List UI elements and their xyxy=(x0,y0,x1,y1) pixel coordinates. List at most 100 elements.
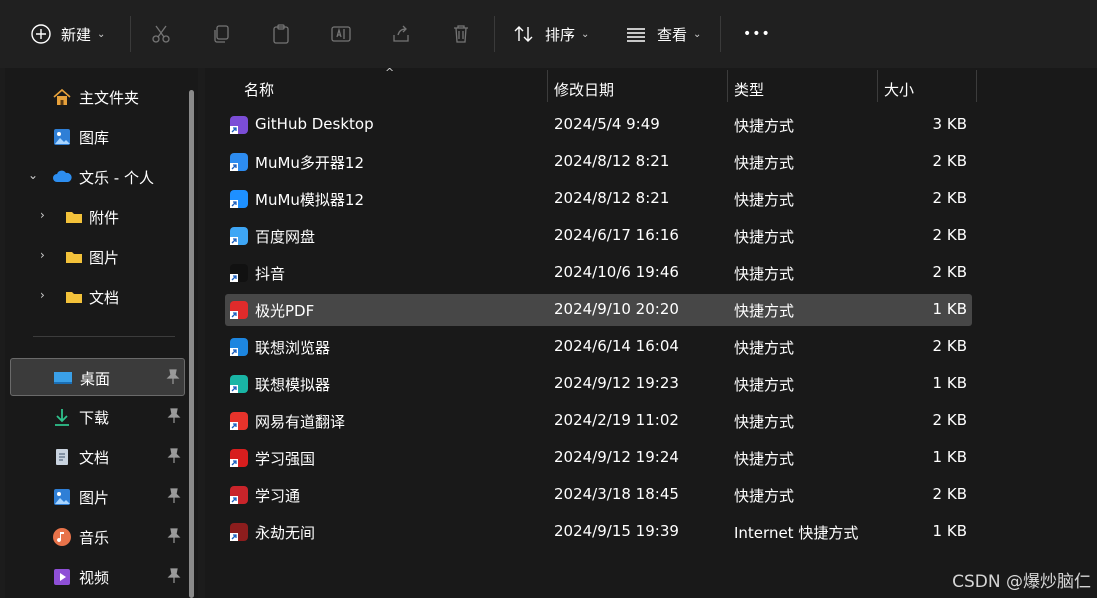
file-name: 联想浏览器 xyxy=(255,339,331,357)
table-row[interactable]: 抖音 2024/10/6 19:46 快捷方式 2 KB xyxy=(225,257,972,289)
chevron-right-icon[interactable]: › xyxy=(40,208,45,222)
chevron-right-icon[interactable]: › xyxy=(40,248,45,262)
navigation-pane: 主文件夹 图库 ⌄ 文乐 - 个人 › 附件 › 图片 › 文档 桌面 下载 文… xyxy=(5,68,198,598)
sidebar-item-label: 音乐 xyxy=(79,529,110,547)
file-modified-date: 2024/10/6 19:46 xyxy=(554,263,679,281)
sidebar-item-onedrive[interactable]: ⌄ 文乐 - 个人 xyxy=(10,158,185,196)
pin-icon[interactable] xyxy=(167,488,181,504)
shortcut-app-icon xyxy=(230,486,248,504)
table-row[interactable]: GitHub Desktop 2024/5/4 9:49 快捷方式 3 KB xyxy=(225,109,972,141)
file-size: 1 KB xyxy=(932,522,967,540)
pictures-icon xyxy=(54,489,70,505)
file-modified-date: 2024/9/15 19:39 xyxy=(554,522,679,540)
table-row[interactable]: 网易有道翻译 2024/2/19 11:02 快捷方式 2 KB xyxy=(225,405,972,437)
sidebar-item-desktop[interactable]: 桌面 xyxy=(10,358,185,396)
file-modified-date: 2024/6/14 16:04 xyxy=(554,337,679,355)
column-header-name[interactable]: 名称 xyxy=(244,76,274,102)
pin-icon[interactable] xyxy=(167,448,181,464)
table-row[interactable]: 学习通 2024/3/18 18:45 快捷方式 2 KB xyxy=(225,479,972,511)
column-divider[interactable] xyxy=(547,70,548,102)
table-row[interactable]: 极光PDF 2024/9/10 20:20 快捷方式 1 KB xyxy=(225,294,972,326)
column-header-label: 名称 xyxy=(244,80,275,99)
file-name: GitHub Desktop xyxy=(255,115,374,133)
file-name: MuMu多开器12 xyxy=(255,154,364,172)
column-header-label: 类型 xyxy=(734,80,765,99)
home-icon xyxy=(53,88,71,105)
command-bar: 新建 ⌄ 排序 ⌄ 查看 ⌄ ••• xyxy=(0,0,1097,68)
file-type: 快捷方式 xyxy=(734,413,795,431)
file-list: 名称 ^ 修改日期 类型 大小 GitHub Desktop 2024/5/4 9… xyxy=(205,66,1097,598)
delete-button[interactable] xyxy=(450,14,472,54)
more-options-icon: ••• xyxy=(743,26,771,42)
chevron-down-icon[interactable]: ⌄ xyxy=(28,168,38,182)
document-icon xyxy=(56,449,68,465)
pin-icon[interactable] xyxy=(167,408,181,424)
file-modified-date: 2024/9/10 20:20 xyxy=(554,300,679,318)
table-row[interactable]: 百度网盘 2024/6/17 16:16 快捷方式 2 KB xyxy=(225,220,972,252)
table-row[interactable]: 永劫无间 2024/9/15 19:39 Internet 快捷方式 1 KB xyxy=(225,516,972,548)
file-type: Internet 快捷方式 xyxy=(734,524,859,542)
sidebar-item-music[interactable]: 音乐 xyxy=(10,518,185,556)
file-size: 3 KB xyxy=(932,115,967,133)
rename-icon xyxy=(331,26,351,42)
file-modified-date: 2024/2/19 11:02 xyxy=(554,411,679,429)
sidebar-item-videos[interactable]: 视频 xyxy=(10,558,185,596)
table-row[interactable]: 学习强国 2024/9/12 19:24 快捷方式 1 KB xyxy=(225,442,972,474)
file-name: 联想模拟器 xyxy=(255,376,331,394)
copy-button[interactable] xyxy=(210,14,232,54)
shortcut-app-icon xyxy=(230,338,248,356)
sidebar-divider xyxy=(33,336,175,337)
chevron-right-icon[interactable]: › xyxy=(40,288,45,302)
shortcut-app-icon xyxy=(230,116,248,134)
table-row[interactable]: 联想模拟器 2024/9/12 19:23 快捷方式 1 KB xyxy=(225,368,972,400)
new-button[interactable]: 新建 ⌄ xyxy=(30,14,105,54)
file-size: 2 KB xyxy=(932,226,967,244)
share-button[interactable] xyxy=(390,14,412,54)
column-header-label: 修改日期 xyxy=(554,80,615,99)
sort-button[interactable]: 排序 ⌄ xyxy=(513,14,589,54)
chevron-down-icon: ⌄ xyxy=(581,28,590,40)
shortcut-app-icon xyxy=(230,153,248,171)
file-modified-date: 2024/8/12 8:21 xyxy=(554,189,670,207)
file-name: 抖音 xyxy=(255,265,286,283)
column-divider[interactable] xyxy=(877,70,878,102)
file-name: MuMu模拟器12 xyxy=(255,191,364,209)
chevron-down-icon: ⌄ xyxy=(97,28,106,40)
sidebar-scrollbar[interactable] xyxy=(189,90,194,598)
rename-button[interactable] xyxy=(330,14,352,54)
column-divider[interactable] xyxy=(727,70,728,102)
table-row[interactable]: MuMu多开器12 2024/8/12 8:21 快捷方式 2 KB xyxy=(225,146,972,178)
file-name: 学习强国 xyxy=(255,450,316,468)
file-type: 快捷方式 xyxy=(734,450,795,468)
sidebar-item-pictures[interactable]: 图片 xyxy=(10,478,185,516)
pin-icon[interactable] xyxy=(166,369,180,385)
sidebar-item-gallery[interactable]: 图库 xyxy=(10,118,185,156)
sidebar-item-label: 图片 xyxy=(89,249,120,267)
table-row[interactable]: 联想浏览器 2024/6/14 16:04 快捷方式 2 KB xyxy=(225,331,972,363)
sidebar-item-downloads[interactable]: 下载 xyxy=(10,398,185,436)
paste-button[interactable] xyxy=(270,14,292,54)
file-modified-date: 2024/9/12 19:23 xyxy=(554,374,679,392)
column-divider[interactable] xyxy=(976,70,977,102)
column-header-type[interactable]: 类型 xyxy=(734,76,764,102)
sidebar-item-label: 附件 xyxy=(89,209,120,227)
sidebar-item-onedrive-documents[interactable]: › 文档 xyxy=(10,278,185,316)
sidebar-item-onedrive-pictures[interactable]: › 图片 xyxy=(10,238,185,276)
cut-button[interactable] xyxy=(150,14,172,54)
pin-icon[interactable] xyxy=(167,528,181,544)
sidebar-item-documents[interactable]: 文档 xyxy=(10,438,185,476)
toolbar-divider xyxy=(720,16,721,52)
column-header-date[interactable]: 修改日期 xyxy=(554,76,614,102)
file-size: 2 KB xyxy=(932,337,967,355)
sidebar-item-attachments[interactable]: › 附件 xyxy=(10,198,185,236)
shortcut-app-icon xyxy=(230,190,248,208)
pin-icon[interactable] xyxy=(167,568,181,584)
view-button-label: 查看 xyxy=(657,25,688,44)
file-type: 快捷方式 xyxy=(734,154,795,172)
table-row[interactable]: MuMu模拟器12 2024/8/12 8:21 快捷方式 2 KB xyxy=(225,183,972,215)
sidebar-item-label: 图片 xyxy=(79,489,110,507)
more-options-button[interactable]: ••• xyxy=(743,14,771,54)
column-header-size[interactable]: 大小 xyxy=(884,76,914,102)
view-button[interactable]: 查看 ⌄ xyxy=(625,14,701,54)
sidebar-item-home[interactable]: 主文件夹 xyxy=(10,78,185,116)
